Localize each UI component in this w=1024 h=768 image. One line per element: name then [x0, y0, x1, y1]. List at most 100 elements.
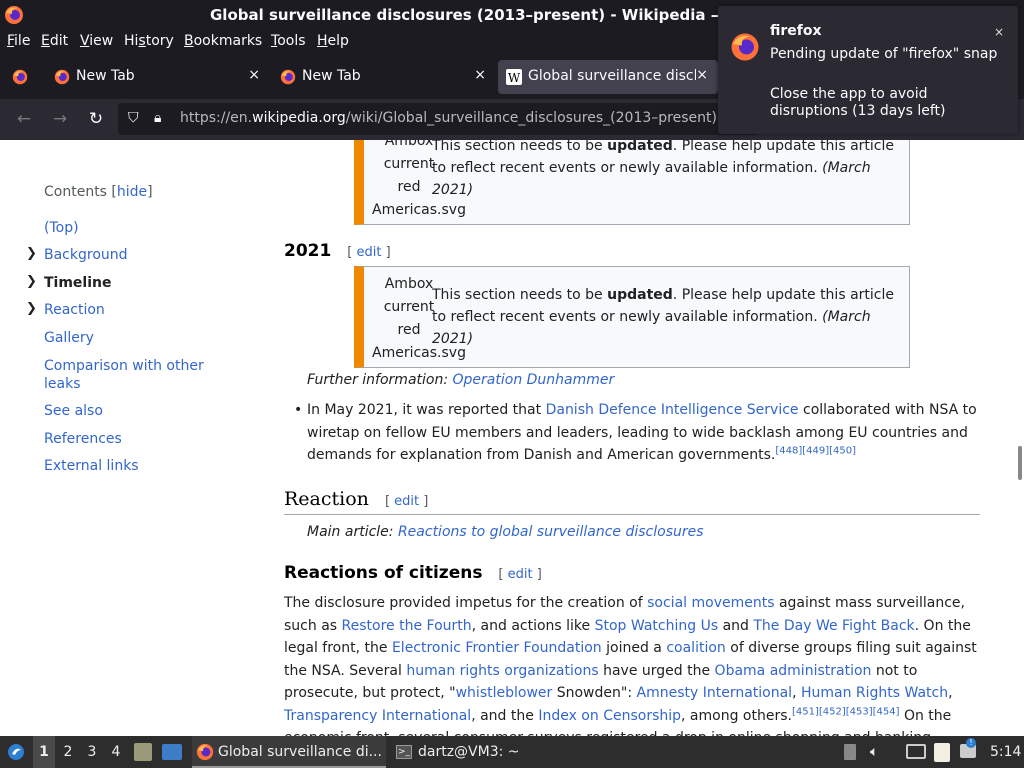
section-heading-2021: 2021 [ edit ] [284, 241, 391, 261]
firefox-icon [280, 69, 296, 85]
chevron-right-icon[interactable]: ❯ [26, 246, 37, 261]
ambox-message: This section needs to be updated. Please… [432, 287, 894, 347]
shield-icon[interactable]: ⛉ [128, 110, 139, 126]
firefox-icon [54, 69, 70, 85]
notification-summary: Pending update of "firefox" snap [770, 46, 998, 62]
transparency-international-link[interactable]: Transparency International [284, 708, 471, 724]
battery-icon[interactable] [844, 736, 860, 768]
network-icon[interactable] [906, 736, 928, 768]
amnesty-international-link[interactable]: Amnesty International [637, 685, 793, 701]
reference-links[interactable]: [451][452][453][454] [792, 706, 900, 717]
section-heading-reactions-of-citizens: Reactions of citizens [ edit ] [284, 563, 542, 583]
stop-watching-us-link[interactable]: Stop Watching Us [595, 618, 719, 634]
lock-icon[interactable]: 🔒︎ [154, 110, 161, 126]
update-notice-box: Ambox current red Americas.svg This sect… [354, 140, 910, 225]
index-on-censorship-link[interactable]: Index on Censorship [538, 708, 681, 724]
reactions-main-article-link[interactable]: Reactions to global surveillance disclos… [398, 524, 704, 540]
notification-body: Close the app to avoid disruptions (13 d… [770, 86, 946, 119]
workspace-2[interactable]: 2 [57, 736, 79, 768]
chevron-right-icon[interactable]: ❯ [26, 274, 37, 289]
day-we-fight-back-link[interactable]: The Day We Fight Back [753, 618, 914, 634]
tab-label: Global surveillance disclo [528, 68, 696, 84]
human-rights-watch-link[interactable]: Human Rights Watch [801, 685, 948, 701]
ambox-message: This section needs to be updated. Please… [432, 140, 894, 198]
social-movements-link[interactable]: social movements [647, 595, 774, 611]
section-heading-reaction: Reaction [ edit ] [284, 488, 980, 515]
toc-item-gallery[interactable]: Gallery [44, 329, 94, 347]
toc-heading: Contents [hide] [44, 184, 153, 200]
close-icon[interactable]: × [474, 67, 486, 83]
main-article-hatnote: Main article: Reactions to global survei… [307, 524, 704, 540]
notification-app-name: firefox [770, 23, 822, 39]
edit-link[interactable]: edit [508, 567, 533, 582]
edit-link[interactable]: edit [394, 494, 419, 509]
toc-item-background[interactable]: Background [44, 246, 128, 264]
coalition-link[interactable]: coalition [666, 640, 725, 656]
reference-links[interactable]: [448][449][450] [775, 445, 856, 456]
toc-hide-link[interactable]: hide [117, 184, 147, 200]
menu-view[interactable]: View [80, 33, 113, 49]
toc-item-external-links[interactable]: External links [44, 457, 139, 475]
notification-tray-icon[interactable]: ! [960, 736, 982, 768]
url-text[interactable]: https://en.wikipedia.org/wiki/Global_sur… [180, 110, 717, 126]
notes-icon[interactable] [934, 736, 954, 768]
eff-link[interactable]: Electronic Frontier Foundation [392, 640, 602, 656]
url-bar[interactable]: ⛉ 🔒︎ https://en.wikipedia.org/wiki/Globa… [118, 103, 758, 135]
start-menu-icon[interactable] [6, 736, 28, 768]
terminal-icon: >_ [396, 745, 412, 759]
menu-file[interactable]: File [7, 33, 30, 49]
toc-item-top[interactable]: (Top) [44, 219, 79, 237]
menu-bookmarks[interactable]: Bookmarks [184, 33, 262, 49]
close-icon[interactable]: × [248, 67, 260, 83]
workspace-1[interactable]: 1 [33, 736, 55, 768]
toc-item-see-also[interactable]: See also [44, 402, 103, 420]
human-rights-organizations-link[interactable]: human rights organizations [406, 663, 598, 679]
citizens-paragraph: The disclosure provided impetus for the … [284, 595, 977, 736]
back-arrow-icon[interactable]: ← [12, 108, 36, 132]
toc-item-references[interactable]: References [44, 430, 122, 448]
svg-text:W: W [508, 71, 521, 85]
whistleblower-link[interactable]: whistleblower [456, 685, 553, 701]
toc-item-comparison[interactable]: Comparison with other leaks [44, 357, 234, 393]
task-firefox[interactable]: Global surveillance di... [192, 736, 386, 768]
tab-new-tab-2[interactable]: New Tab × [272, 60, 494, 94]
wikipedia-icon: W [506, 69, 522, 85]
tab-global-surveillance[interactable]: W Global surveillance disclo × [498, 60, 718, 94]
file-manager-icon[interactable] [134, 736, 154, 768]
further-information-hatnote: Further information: Operation Dunhammer [307, 372, 615, 388]
firefox-view-button[interactable] [4, 60, 40, 94]
workspace-3[interactable]: 3 [81, 736, 103, 768]
tab-label: New Tab [76, 68, 135, 84]
firefox-icon [12, 69, 28, 85]
edit-link[interactable]: edit [356, 245, 381, 260]
task-label: dartz@VM3: ~ [418, 744, 520, 760]
scrollbar-thumb[interactable] [1018, 446, 1022, 480]
page-content: Contents [hide] (Top) ❯ Background ❯ Tim… [0, 140, 1024, 736]
toc-item-timeline[interactable]: Timeline [44, 274, 112, 292]
chevron-right-icon[interactable]: ❯ [26, 301, 37, 316]
close-icon[interactable]: × [696, 67, 708, 83]
tab-label: New Tab [302, 68, 361, 84]
menu-history[interactable]: History [124, 33, 174, 49]
workspace-4[interactable]: 4 [105, 736, 127, 768]
task-label: Global surveillance di... [218, 744, 382, 760]
obama-administration-link[interactable]: Obama administration [715, 663, 872, 679]
restore-the-fourth-link[interactable]: Restore the Fourth [342, 618, 472, 634]
forward-arrow-icon[interactable]: → [48, 108, 72, 132]
volume-icon[interactable]: 🔈︎ [870, 736, 890, 768]
reload-icon[interactable]: ↻ [84, 108, 108, 132]
toc-item-reaction[interactable]: Reaction [44, 301, 105, 319]
tab-new-tab-1[interactable]: New Tab × [46, 60, 268, 94]
close-icon[interactable]: × [994, 25, 1004, 39]
desktop-icon[interactable] [162, 736, 184, 768]
clock[interactable]: 5:14 [990, 736, 1022, 768]
menu-tools[interactable]: Tools [271, 33, 306, 49]
operation-dunhammer-link[interactable]: Operation Dunhammer [453, 372, 615, 388]
menu-edit[interactable]: Edit [41, 33, 68, 49]
taskbar: 1 2 3 4 Global surveillance di... >_ dar… [0, 736, 1024, 768]
task-terminal[interactable]: >_ dartz@VM3: ~ [392, 736, 572, 768]
danish-defence-link[interactable]: Danish Defence Intelligence Service [546, 402, 799, 418]
update-notification[interactable]: firefox Pending update of "firefox" snap… [718, 6, 1018, 134]
firefox-icon [196, 743, 214, 761]
menu-help[interactable]: Help [317, 33, 349, 49]
